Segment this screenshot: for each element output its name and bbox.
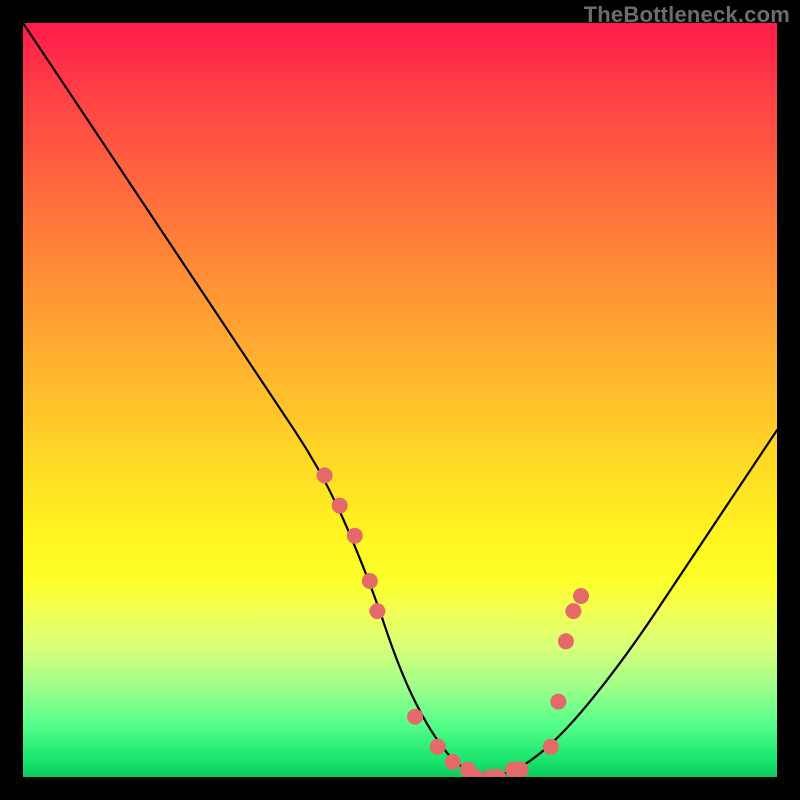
chart-frame: TheBottleneck.com: [0, 0, 800, 800]
marker-point: [317, 467, 333, 483]
chart-svg: [23, 23, 777, 777]
marker-point: [558, 633, 574, 649]
marker-point: [407, 709, 423, 725]
marker-point: [369, 603, 385, 619]
highlighted-points-group: [317, 467, 589, 777]
marker-point: [332, 498, 348, 514]
marker-point: [445, 754, 461, 770]
plot-area: [23, 23, 777, 777]
watermark-text: TheBottleneck.com: [584, 2, 790, 28]
marker-point: [513, 762, 529, 778]
marker-point: [347, 528, 363, 544]
marker-point: [543, 739, 559, 755]
marker-point: [565, 603, 581, 619]
marker-point: [362, 573, 378, 589]
bottleneck-curve-line: [23, 23, 777, 775]
marker-point: [430, 739, 446, 755]
marker-point: [573, 588, 589, 604]
marker-point: [550, 694, 566, 710]
